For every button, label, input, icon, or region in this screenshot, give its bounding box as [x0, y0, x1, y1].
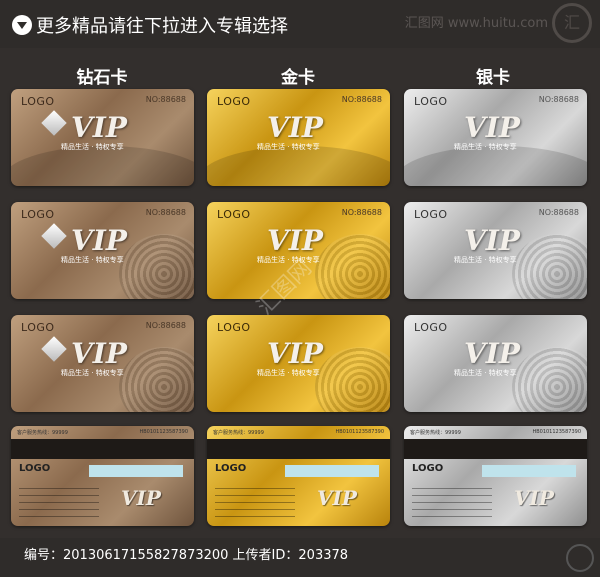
card-diamond-3: LOGO NO:88688 VIP 精品生活 · 特权专享 — [11, 315, 194, 412]
card-logo: LOGO — [21, 95, 55, 108]
back-vip: VIP — [514, 486, 554, 510]
back-vip: VIP — [121, 486, 161, 510]
hotline: HB0101123587390 — [532, 429, 581, 435]
chevron-down-icon[interactable] — [12, 15, 32, 35]
back-logo: LOGO — [19, 463, 51, 474]
top-bar: 更多精品请往下拉进入专辑选择 汇图网 www.huitu.com 汇 — [0, 0, 600, 48]
signature-panel — [285, 465, 379, 477]
card-ornament — [119, 234, 194, 299]
card-diamond-2: LOGO NO:88688 VIP 精品生活 · 特权专享 — [11, 202, 194, 299]
service-line: 客户服务热线：99999 — [410, 430, 461, 436]
card-back-diamond: 客户服务热线：99999 HB0101123587390 LOGO VIP — [11, 426, 194, 526]
stamp-icon: 汇 — [552, 3, 592, 43]
card-logo: LOGO — [217, 321, 251, 334]
card-sub: 精品生活 · 特权专享 — [454, 143, 517, 151]
header-title[interactable]: 更多精品请往下拉进入专辑选择 — [36, 12, 288, 38]
card-number: NO:88688 — [538, 208, 579, 217]
card-gold-1: LOGO NO:88688 VIP 精品生活 · 特权专享 — [207, 89, 390, 186]
card-vip: VIP — [464, 337, 520, 370]
hotline: HB0101123587390 — [139, 429, 188, 435]
diamond-icon — [41, 336, 67, 362]
card-wave — [404, 146, 587, 186]
magnetic-stripe — [207, 439, 390, 459]
signature-panel — [89, 465, 183, 477]
signature-panel — [482, 465, 576, 477]
card-logo: LOGO — [414, 95, 448, 108]
stamp-icon — [566, 544, 594, 572]
card-logo: LOGO — [21, 208, 55, 221]
diamond-icon — [41, 110, 67, 136]
card-number: NO:88688 — [341, 95, 382, 104]
diamond-icon — [41, 223, 67, 249]
card-diamond-1: LOGO NO:88688 VIP 精品生活 · 特权专享 — [11, 89, 194, 186]
site-watermark: 汇图网 www.huitu.com — [404, 16, 548, 31]
card-silver-3: LOGO VIP 精品生活 · 特权专享 — [404, 315, 587, 412]
column-title-gold: 金卡 — [281, 68, 315, 88]
footer-bar: 编号：20130617155827873200 上传者ID：203378 — [0, 538, 600, 577]
card-gold-3: LOGO VIP 精品生活 · 特权专享 — [207, 315, 390, 412]
service-line: 客户服务热线：99999 — [17, 430, 68, 436]
card-silver-1: LOGO NO:88688 VIP 精品生活 · 特权专享 — [404, 89, 587, 186]
card-logo: LOGO — [414, 321, 448, 334]
card-vip: VIP — [71, 337, 127, 370]
card-logo: LOGO — [414, 208, 448, 221]
card-vip: VIP — [464, 111, 520, 144]
card-ornament — [512, 234, 587, 299]
terms-lines — [412, 488, 492, 518]
card-logo: LOGO — [217, 95, 251, 108]
card-sub: 精品生活 · 特权专享 — [454, 256, 517, 264]
card-wave — [207, 146, 390, 186]
terms-lines — [215, 488, 295, 518]
card-logo: LOGO — [21, 321, 55, 334]
magnetic-stripe — [404, 439, 587, 459]
card-ornament — [315, 234, 390, 299]
card-number: NO:88688 — [341, 208, 382, 217]
card-ornament — [119, 347, 194, 412]
card-number: NO:88688 — [145, 95, 186, 104]
back-logo: LOGO — [215, 463, 247, 474]
hotline: HB0101123587390 — [335, 429, 384, 435]
card-number: NO:88688 — [145, 321, 186, 330]
card-number: NO:88688 — [538, 95, 579, 104]
card-sub: 精品生活 · 特权专享 — [61, 256, 124, 264]
card-vip: VIP — [267, 111, 323, 144]
card-ornament — [315, 347, 390, 412]
column-title-silver: 银卡 — [476, 68, 510, 88]
card-sub: 精品生活 · 特权专享 — [61, 369, 124, 377]
card-sub: 精品生活 · 特权专享 — [61, 143, 124, 151]
terms-lines — [19, 488, 99, 518]
magnetic-stripe — [11, 439, 194, 459]
card-vip: VIP — [71, 111, 127, 144]
card-silver-2: LOGO NO:88688 VIP 精品生活 · 特权专享 — [404, 202, 587, 299]
card-wave — [11, 146, 194, 186]
column-title-diamond: 钻石卡 — [76, 68, 128, 88]
card-sub: 精品生活 · 特权专享 — [257, 143, 320, 151]
card-number: NO:88688 — [145, 208, 186, 217]
service-line: 客户服务热线：99999 — [213, 430, 264, 436]
card-sub: 精品生活 · 特权专享 — [454, 369, 517, 377]
back-logo: LOGO — [412, 463, 444, 474]
card-ornament — [512, 347, 587, 412]
card-back-gold: 客户服务热线：99999 HB0101123587390 LOGO VIP — [207, 426, 390, 526]
card-vip: VIP — [464, 224, 520, 257]
card-back-silver: 客户服务热线：99999 HB0101123587390 LOGO VIP — [404, 426, 587, 526]
card-vip: VIP — [267, 337, 323, 370]
footer-text: 编号：20130617155827873200 上传者ID：203378 — [24, 548, 349, 563]
card-logo: LOGO — [217, 208, 251, 221]
card-sub: 精品生活 · 特权专享 — [257, 369, 320, 377]
back-vip: VIP — [317, 486, 357, 510]
card-vip: VIP — [71, 224, 127, 257]
